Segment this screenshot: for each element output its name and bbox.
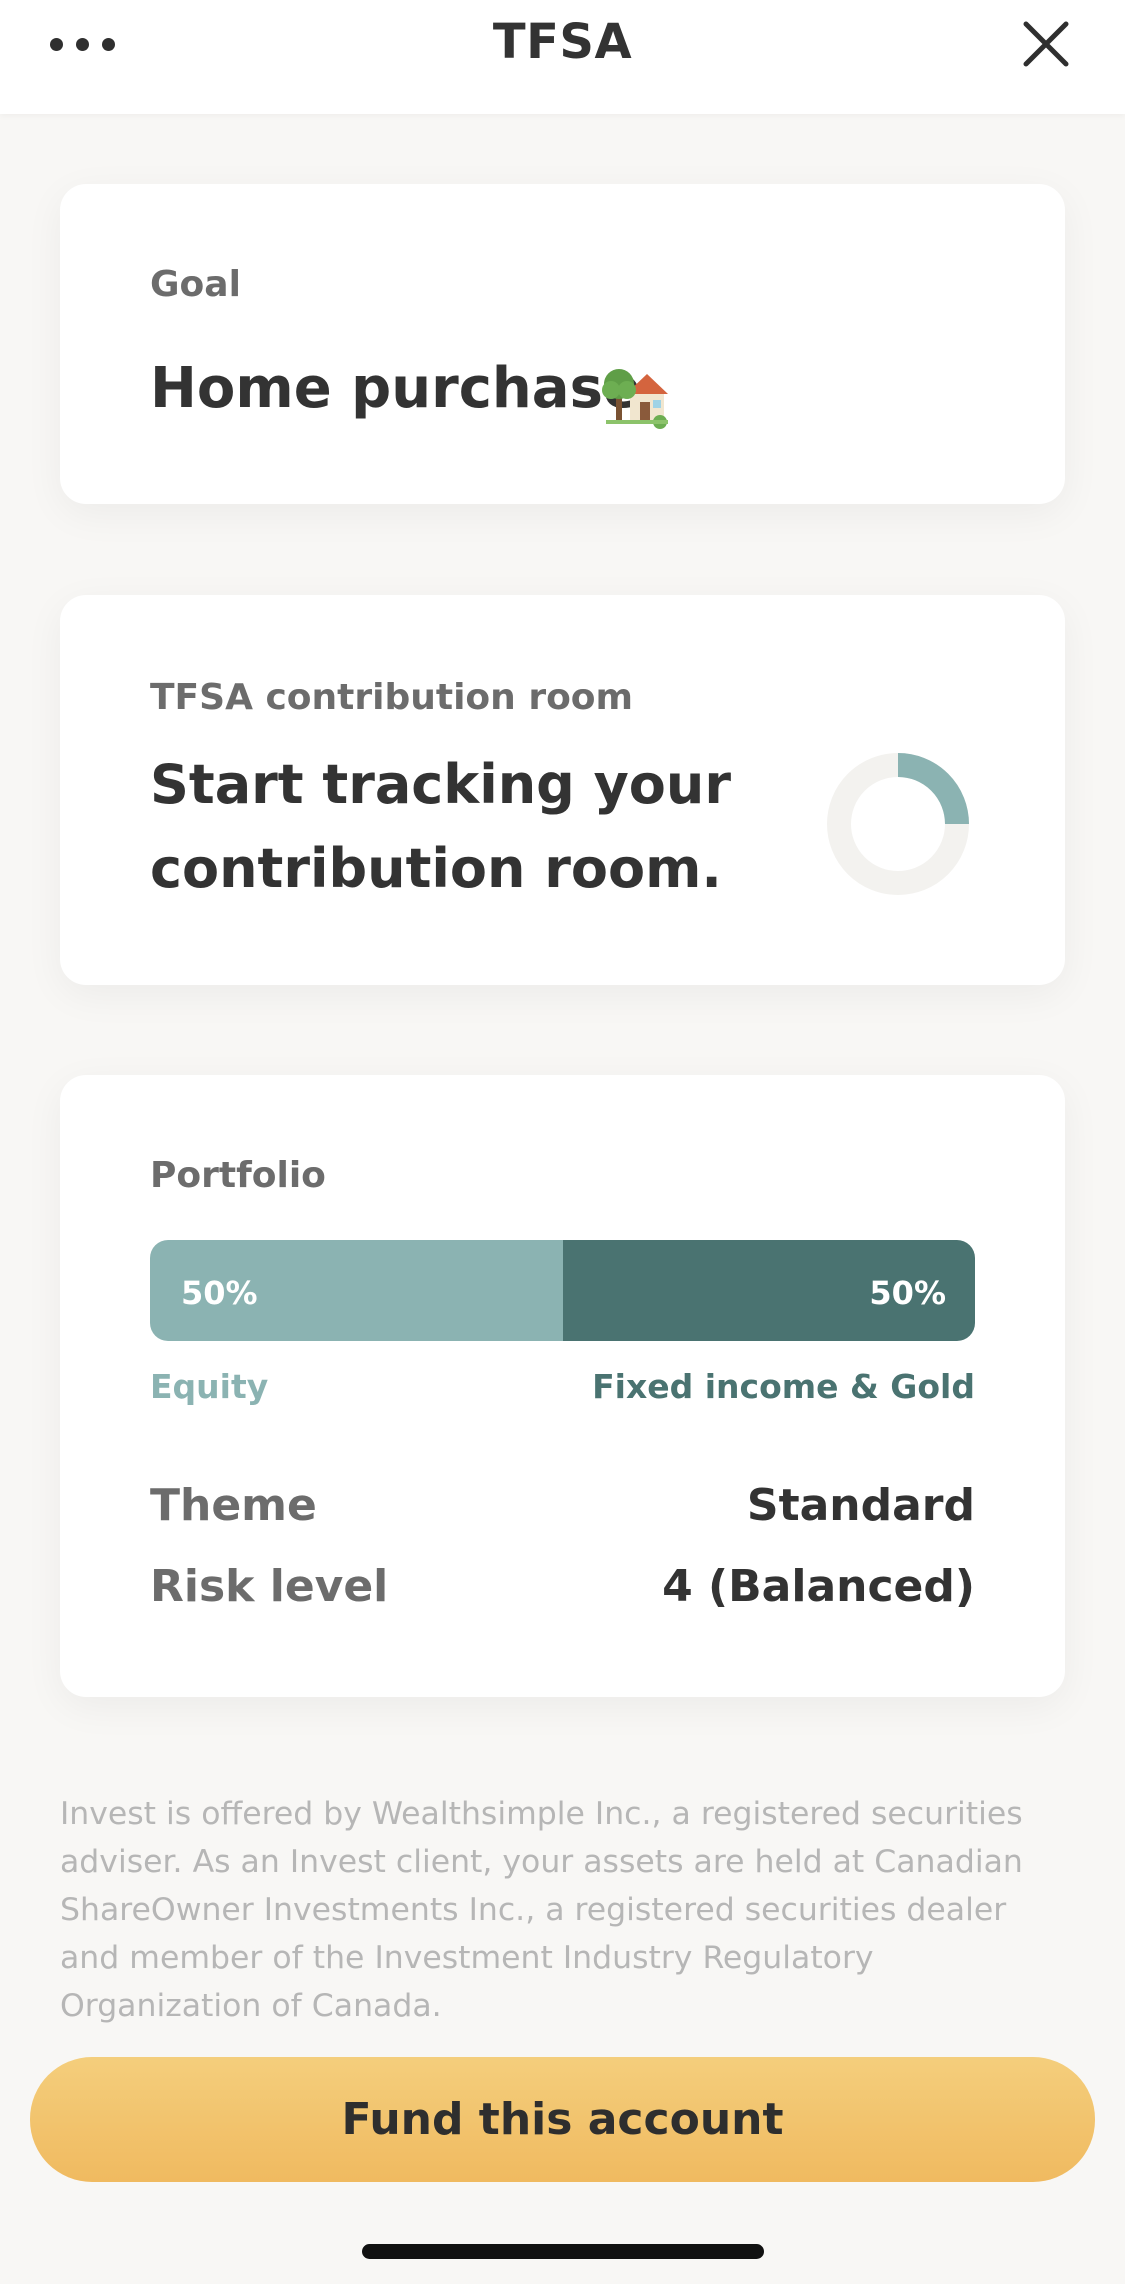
goal-label: Goal [150,264,241,305]
fixed-income-segment: 50% [562,1240,975,1341]
close-icon [1023,21,1069,67]
home-indicator[interactable] [362,2244,764,2259]
close-button[interactable] [1018,16,1074,72]
contribution-room-message: Start tracking your contribution room. [150,753,731,900]
page-title: TFSA [492,14,633,70]
theme-label: Theme [150,1480,317,1531]
equity-legend: Equity [150,1367,269,1406]
top-nav-bar: TFSA [0,0,1125,114]
equity-percent: 50% [181,1274,258,1312]
equity-segment: 50% [150,1240,563,1341]
house-with-garden-icon [602,369,668,429]
contribution-room-card[interactable]: TFSA contribution room Start tracking yo… [60,595,1065,985]
portfolio-card[interactable]: Portfolio 50% 50% Equity Fixed income & … [60,1075,1065,1697]
fixed-income-percent: 50% [869,1274,946,1312]
fixed-income-legend: Fixed income & Gold [592,1367,975,1406]
goal-card[interactable]: Goal Home purchase [60,184,1065,504]
risk-level-value: 4 (Balanced) [662,1561,975,1612]
fund-account-button[interactable]: Fund this account [30,2057,1095,2182]
contribution-room-label: TFSA contribution room [150,677,634,718]
contribution-donut-icon [827,753,969,895]
allocation-bar: 50% 50% [150,1240,975,1341]
risk-level-label: Risk level [150,1561,389,1612]
legal-disclaimer: Invest is offered by Wealthsimple Inc., … [60,1796,1023,2024]
goal-value: Home purchase [150,356,641,421]
theme-value: Standard [746,1480,975,1531]
portfolio-label: Portfolio [150,1155,326,1196]
